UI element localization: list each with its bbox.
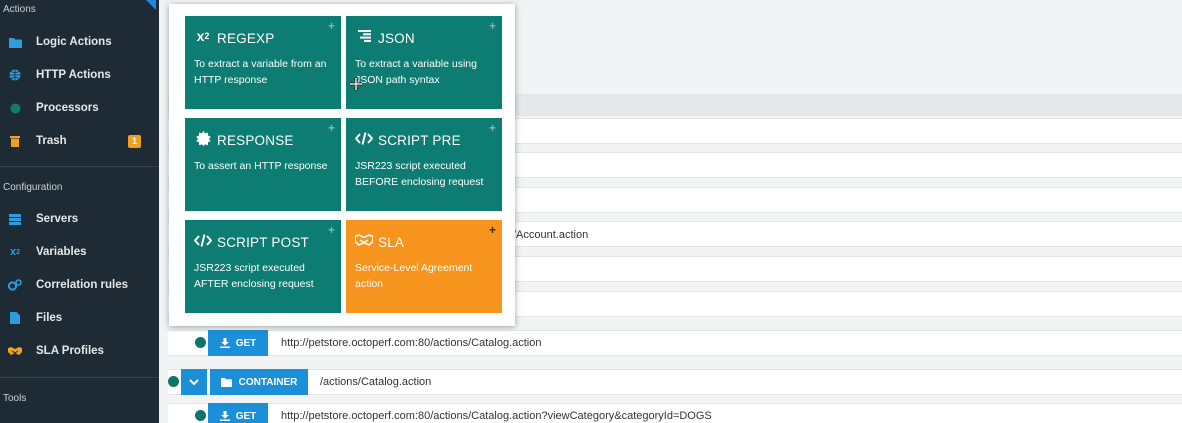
tile-title: SCRIPT POST — [217, 235, 309, 250]
file-icon — [8, 311, 22, 325]
action-url-partial: /Account.action — [513, 229, 589, 241]
superscript-icon: x2 — [196, 28, 210, 44]
add-icon[interactable]: + — [328, 19, 335, 33]
add-icon[interactable]: + — [489, 121, 496, 135]
get-method-label: GET — [235, 337, 257, 349]
align-right-icon — [355, 27, 373, 45]
container-path[interactable]: /actions/Catalog.action — [320, 376, 431, 388]
tile-description: JSR223 script executed AFTER enclosing r… — [194, 262, 314, 290]
status-dot — [195, 410, 206, 421]
section-title-tools: Tools — [3, 393, 27, 404]
server-icon — [8, 212, 22, 226]
sidebar-item-label: Servers — [36, 213, 79, 225]
sidebar-item-servers[interactable]: Servers — [0, 204, 159, 234]
sidebar-item-label: Trash — [36, 135, 67, 147]
folder-icon — [8, 35, 22, 49]
collapse-toggle-button[interactable] — [181, 369, 207, 395]
tile-description: To extract a variable from an HTTP respo… — [194, 58, 327, 86]
tile-regexp[interactable]: x2 REGEXP + To extract a variable from a… — [185, 16, 341, 109]
sidebar-corner-marker — [146, 0, 156, 10]
sidebar-item-label: Logic Actions — [36, 36, 112, 48]
superscript-icon: x2 — [9, 246, 21, 258]
add-icon[interactable]: + — [328, 223, 335, 237]
sidebar-item-label: Processors — [36, 102, 99, 114]
globe-icon — [8, 68, 22, 82]
processor-picker-popup: x2 REGEXP + To extract a variable from a… — [169, 4, 515, 326]
tile-description: Service-Level Agreement action — [355, 262, 473, 290]
add-icon[interactable]: + — [489, 19, 496, 33]
sidebar-item-trash[interactable]: Trash 1 — [0, 126, 159, 156]
status-dot — [168, 376, 179, 387]
code-icon — [355, 129, 373, 147]
tile-description: JSR223 script executed BEFORE enclosing … — [355, 160, 484, 188]
sidebar-item-label: Files — [36, 312, 63, 324]
tile-title: REGEXP — [217, 31, 275, 46]
download-icon — [219, 338, 230, 348]
sidebar-item-variables[interactable]: x2 Variables — [0, 237, 159, 267]
section-title-configuration: Configuration — [3, 182, 63, 193]
tile-response[interactable]: RESPONSE + To assert an HTTP response — [185, 118, 341, 211]
tile-description: To extract a variable using JSON path sy… — [355, 58, 477, 86]
container-label: CONTAINER — [238, 376, 298, 388]
sidebar-divider — [0, 166, 159, 167]
sidebar-divider — [0, 377, 159, 378]
sidebar-item-correlation-rules[interactable]: Correlation rules — [0, 270, 159, 300]
cogs-icon — [8, 278, 22, 292]
code-icon — [194, 231, 212, 249]
sidebar-item-sla-profiles[interactable]: SLA Profiles — [0, 336, 159, 366]
container-button[interactable]: CONTAINER — [210, 369, 308, 395]
tile-sla[interactable]: SLA + Service-Level Agreement action — [346, 220, 502, 313]
folder-icon — [220, 377, 232, 387]
tile-description: To assert an HTTP response — [194, 160, 328, 172]
handshake-icon — [355, 231, 373, 249]
tile-title: SCRIPT PRE — [378, 133, 461, 148]
get-method-label: GET — [235, 410, 257, 422]
tile-json[interactable]: JSON + To extract a variable using JSON … — [346, 16, 502, 109]
sidebar: Actions Logic Actions HTTP Actions Proce… — [0, 0, 159, 423]
tile-title: SLA — [378, 235, 405, 250]
trash-icon — [8, 134, 22, 148]
sidebar-item-label: HTTP Actions — [36, 69, 111, 81]
sidebar-item-files[interactable]: Files — [0, 303, 159, 333]
add-icon[interactable]: + — [328, 121, 335, 135]
tile-script-pre[interactable]: SCRIPT PRE + JSR223 script executed BEFO… — [346, 118, 502, 211]
tile-title: JSON — [378, 31, 415, 46]
sidebar-item-processors[interactable]: Processors — [0, 93, 159, 123]
request-url[interactable]: http://petstore.octoperf.com:80/actions/… — [281, 337, 541, 349]
sidebar-item-logic-actions[interactable]: Logic Actions — [0, 27, 159, 57]
sidebar-item-label: SLA Profiles — [36, 345, 104, 357]
sidebar-item-label: Correlation rules — [36, 279, 129, 291]
get-method-button[interactable]: GET — [208, 330, 268, 356]
chevron-down-icon — [189, 378, 199, 385]
tile-script-post[interactable]: SCRIPT POST + JSR223 script executed AFT… — [185, 220, 341, 313]
status-dot — [195, 337, 206, 348]
handshake-icon — [8, 344, 22, 358]
move-cursor-icon — [349, 77, 363, 91]
sidebar-item-http-actions[interactable]: HTTP Actions — [0, 60, 159, 90]
sidebar-item-label: Variables — [36, 246, 87, 258]
trash-count-badge: 1 — [128, 134, 141, 148]
get-method-button[interactable]: GET — [208, 403, 268, 423]
request-url[interactable]: http://petstore.octoperf.com:80/actions/… — [281, 410, 712, 422]
add-icon[interactable]: + — [489, 223, 496, 237]
circle-icon — [8, 101, 22, 115]
download-icon — [219, 411, 230, 421]
section-title-actions: Actions — [3, 4, 36, 15]
certificate-icon — [194, 129, 212, 147]
tile-title: RESPONSE — [217, 133, 294, 148]
